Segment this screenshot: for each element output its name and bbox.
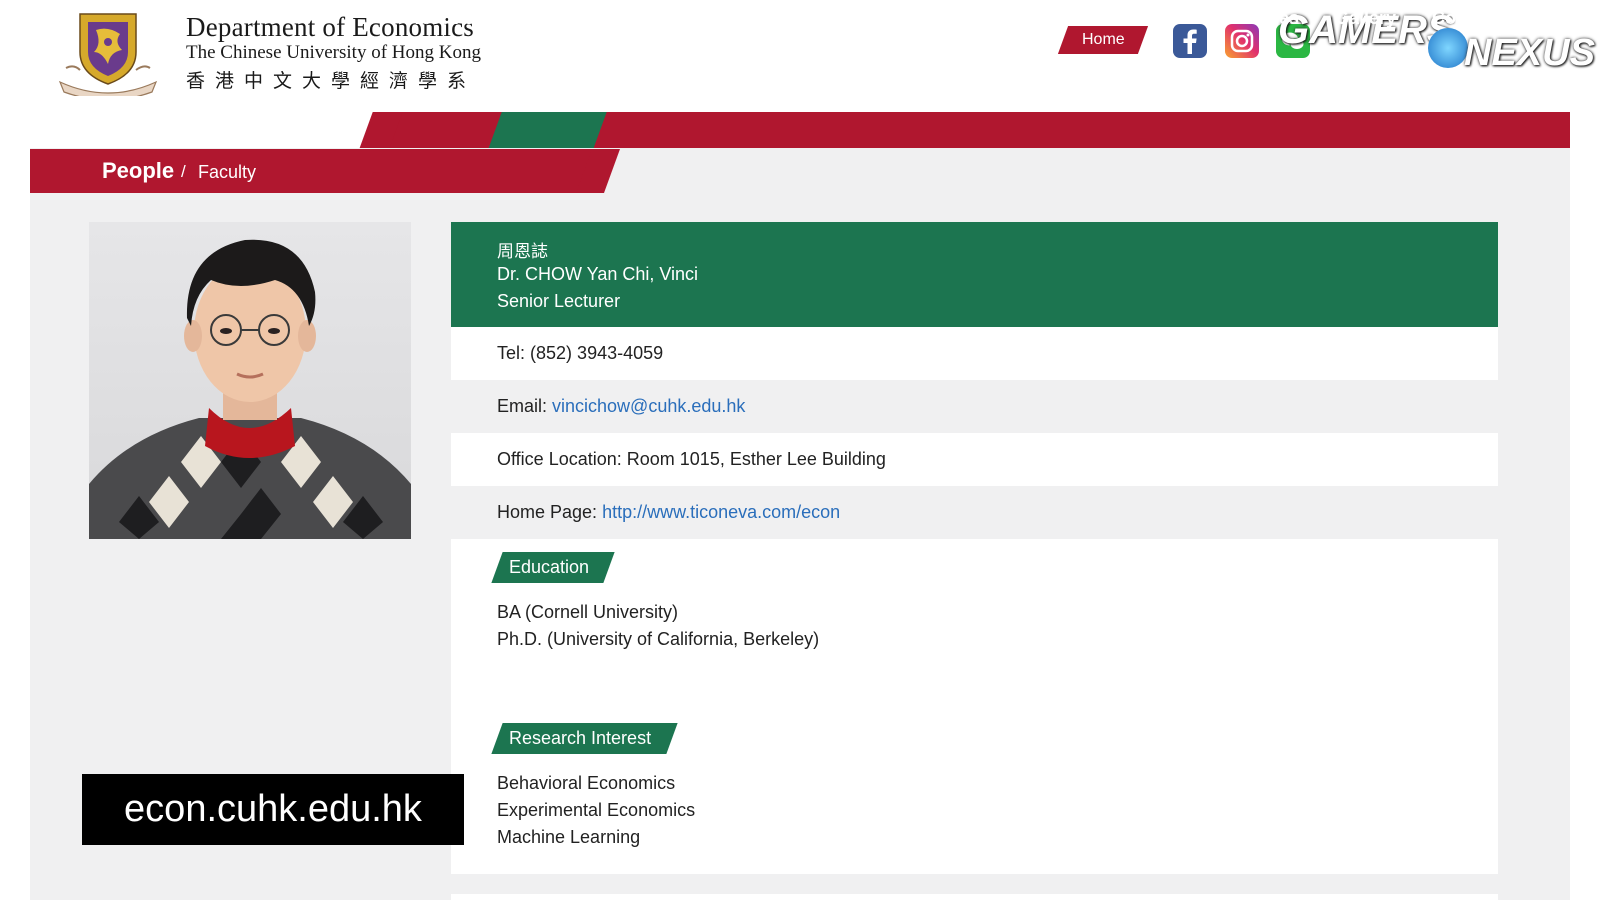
university-crest-logo[interactable] [52, 8, 164, 96]
profile-header-card: 周恩誌 Dr. CHOW Yan Chi, Vinci Senior Lectu… [451, 222, 1498, 327]
university-name: The Chinese University of Hong Kong [186, 42, 481, 63]
nav-programs[interactable]: Programs [754, 0, 838, 37]
details-section [451, 539, 1498, 874]
research-interest-heading-text: Research Interest [509, 728, 652, 748]
education-item: BA (Cornell University) [497, 602, 679, 622]
name-chinese: 周恩誌 [497, 242, 548, 262]
url-caption-overlay: econ.cuhk.edu.hk [82, 774, 464, 845]
education-heading-text: Education [509, 557, 590, 577]
research-item: Experimental Economics [497, 800, 696, 820]
department-chinese-name: 香港中文大學經濟學系 [186, 70, 477, 92]
nav-events[interactable]: Events [874, 0, 933, 37]
office-label: Office Location: [497, 449, 622, 469]
office-value: Room 1015, Esther Lee Building [626, 449, 886, 469]
homepage-row: Home Page: http://www.ticoneva.com/econ [451, 486, 1498, 539]
tel-label: Tel: [497, 343, 526, 363]
research-item: Machine Learning [497, 827, 641, 847]
breadcrumb-people[interactable]: People [102, 158, 174, 184]
email-link[interactable]: vincichow@cuhk.edu.hk [552, 396, 745, 416]
breadcrumb-separator: / [181, 162, 186, 181]
nav-contact-us[interactable]: Contact Us [1432, 0, 1527, 37]
education-heading: Education [491, 552, 615, 583]
nav-facilities[interactable]: Facilities [1222, 0, 1299, 37]
next-section-edge [451, 894, 1498, 900]
email-row: Email: vincichow@cuhk.edu.hk [451, 380, 1498, 433]
breadcrumb-faculty: Faculty [198, 162, 257, 182]
nav-whats-new[interactable]: What's New [969, 0, 1069, 37]
tel-value: (852) 3943-4059 [530, 343, 664, 363]
profile-photo [89, 222, 411, 539]
email-label: Email: [497, 396, 548, 416]
nav-active-highlight [488, 112, 607, 149]
research-interest-heading: Research Interest [491, 723, 678, 754]
education-item: Ph.D. (University of California, Berkele… [497, 629, 820, 649]
office-row: Office Location: Room 1015, Esther Lee B… [451, 433, 1498, 486]
job-title: Senior Lecturer [497, 291, 621, 311]
nav-people[interactable]: People [522, 0, 581, 37]
research-item: Behavioral Economics [497, 773, 676, 793]
nav-about-us[interactable]: About Us [406, 0, 486, 37]
tel-row: Tel: (852) 3943-4059 [451, 327, 1498, 380]
name-english: Dr. CHOW Yan Chi, Vinci [497, 264, 699, 284]
nav-admissions[interactable]: Admissions [618, 0, 720, 37]
watermark-text-right: NEXUS [1464, 32, 1595, 74]
nav-gallery[interactable]: Gallery [1335, 0, 1396, 37]
nav-research[interactable]: Research [1105, 0, 1186, 37]
homepage-link[interactable]: http://www.ticoneva.com/econ [602, 502, 840, 522]
homepage-label: Home Page: [497, 502, 598, 522]
